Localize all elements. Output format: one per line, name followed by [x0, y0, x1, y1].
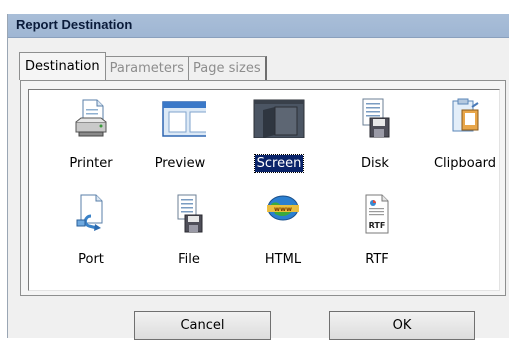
tab-parameters[interactable]: Parameters [104, 56, 190, 80]
html-globe-icon: www [267, 195, 299, 221]
disk-icon [362, 98, 390, 138]
cancel-button[interactable]: Cancel [134, 311, 271, 340]
tab-panel: Printer Preview Screen Disk Clipboard Po… [20, 80, 506, 296]
destination-preview-label: Preview [154, 156, 206, 171]
destination-file-label: File [178, 252, 200, 267]
destination-file[interactable]: File [149, 194, 229, 290]
title-bar[interactable]: Report Destination [8, 14, 509, 38]
destination-preview[interactable]: Preview [140, 98, 220, 194]
destination-html-label: HTML [264, 252, 302, 267]
printer-icon [75, 99, 107, 137]
destination-list: Printer Preview Screen Disk Clipboard Po… [28, 89, 500, 291]
report-destination-dialog: Report Destination Destination Parameter… [7, 14, 509, 340]
screen-icon [253, 99, 305, 138]
tab-page-sizes-label: Page sizes [193, 61, 261, 76]
tab-page-sizes[interactable]: Page sizes [188, 56, 267, 80]
destination-screen-label: Screen [253, 154, 305, 173]
tab-destination-label: Destination [25, 59, 100, 74]
destination-clipboard-label: Clipboard [433, 156, 497, 171]
destination-printer-label: Printer [69, 156, 113, 171]
tab-parameters-label: Parameters [109, 61, 185, 76]
destination-screen[interactable]: Screen [239, 98, 319, 194]
rtf-document-icon: RTF [365, 194, 389, 234]
tab-destination[interactable]: Destination [19, 52, 106, 80]
clipboard-icon [452, 98, 479, 132]
port-icon [76, 194, 103, 231]
destination-port[interactable]: Port [51, 194, 131, 290]
svg-text:RTF: RTF [369, 221, 386, 230]
destination-port-label: Port [78, 252, 104, 267]
destination-disk-label: Disk [361, 156, 389, 171]
destination-html[interactable]: www HTML [243, 194, 323, 290]
dialog-title: Report Destination [16, 17, 133, 32]
destination-rtf[interactable]: RTF RTF [337, 194, 417, 290]
destination-rtf-label: RTF [365, 252, 389, 267]
ok-button[interactable]: OK [329, 311, 475, 340]
preview-icon [162, 101, 206, 137]
svg-text:www: www [274, 205, 292, 213]
tab-strip: Destination Parameters Page sizes [19, 52, 267, 80]
destination-disk[interactable]: Disk [335, 98, 415, 194]
destination-clipboard[interactable]: Clipboard [425, 98, 505, 194]
destination-printer[interactable]: Printer [51, 98, 131, 194]
file-icon [177, 194, 203, 233]
